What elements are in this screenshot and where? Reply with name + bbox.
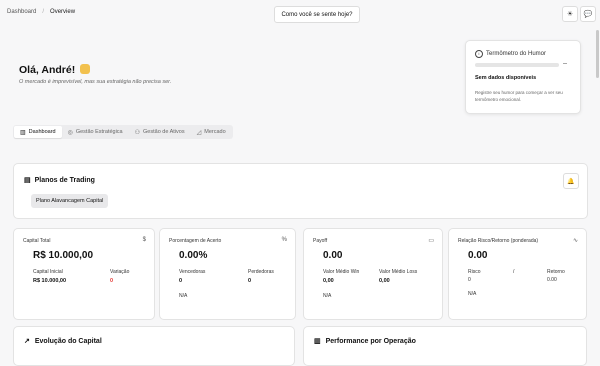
tab-label: Dashboard <box>28 129 56 135</box>
scrollbar[interactable] <box>596 30 599 78</box>
tab-strategic-management[interactable]: ◎ Gestão Estratégica <box>62 126 129 138</box>
avg-loss-value: 0,00 <box>379 278 390 284</box>
breadcrumb-root[interactable]: Dashboard <box>7 9 36 15</box>
greeting-title: Olá, André! <box>19 64 91 76</box>
metric-label: Payoff <box>313 238 328 244</box>
target-icon: ◎ <box>67 129 73 136</box>
breadcrumb-current: Overview <box>50 9 76 15</box>
trading-plans-header: ▤ Planos de Trading <box>24 176 95 185</box>
wallet-icon: ▭ <box>428 238 434 244</box>
risk-return-separator: / <box>513 269 515 275</box>
risk-label: Risco <box>468 269 481 275</box>
plan-chip[interactable]: Plano Alavancagem Capital <box>31 194 109 208</box>
mood-card-title-text: Termômetro do Humor <box>486 51 547 57</box>
capital-total-value: R$ 10.000,00 <box>33 250 94 261</box>
wins-label: Vencedoras <box>179 269 206 275</box>
info-icon: i <box>475 50 483 58</box>
trading-plans-card: ▤ Planos de Trading 🔔 Plano Alavancagem C… <box>13 163 588 219</box>
losses-label: Perdedoras <box>248 269 274 275</box>
capital-evolution-header: ↗ Evolução do Capital <box>24 337 102 346</box>
main-tabs: ▥ Dashboard ◎ Gestão Estratégica ⚇ Gestão d… <box>13 125 233 139</box>
risk-value: 0 <box>468 277 471 283</box>
payoff-card: Payoff ▭ 0.00 Valor Médio Win 0,00 Valor… <box>303 228 443 320</box>
trend-icon: ↗ <box>24 338 30 345</box>
mood-value: -- <box>563 61 567 67</box>
capital-total-card: Capital Total $ R$ 10.000,00 Capital Ini… <box>13 228 155 320</box>
metric-label: Capital Total <box>23 238 51 244</box>
tab-label: Gestão de Ativos <box>143 129 185 135</box>
mood-card-title: i Termômetro do Humor <box>475 50 546 58</box>
accuracy-note: N/A <box>179 293 188 299</box>
return-value: 0.00 <box>547 277 557 283</box>
wave-hand-icon <box>80 64 91 74</box>
performance-title: Performance por Operação <box>325 337 416 345</box>
tab-dashboard[interactable]: ▥ Dashboard <box>14 126 62 138</box>
metric-label: Relação Risco/Retorno (ponderada) <box>458 238 539 244</box>
capital-evolution-title: Evolução do Capital <box>34 337 102 345</box>
map-icon: ▤ <box>24 177 31 184</box>
bar-chart-icon: ▥ <box>20 129 26 136</box>
avg-win-label: Valor Médio Win <box>323 269 360 275</box>
greeting-text: Olá, André! <box>19 64 76 76</box>
dollar-icon: $ <box>142 237 146 243</box>
metric-label: Porcentagem de Acerto <box>169 238 222 244</box>
payoff-value: 0.00 <box>323 250 343 261</box>
mood-thermometer-card: i Termômetro do Humor -- Sem dados dispo… <box>465 40 581 114</box>
top-bar: Dashboard / Overview Como você se sente … <box>0 0 600 28</box>
tab-label: Mercado <box>204 129 226 135</box>
return-label: Retorno <box>547 269 565 275</box>
initial-capital-label: Capital Inicial <box>33 269 63 275</box>
avg-win-value: 0,00 <box>323 278 334 284</box>
losses-value: 0 <box>248 278 252 284</box>
accuracy-value: 0.00% <box>179 250 208 261</box>
risk-return-note: N/A <box>468 291 477 297</box>
risk-return-card: Relação Risco/Retorno (ponderada) ∿ 0.00… <box>448 228 587 320</box>
mood-progress-bar <box>475 63 559 67</box>
initial-capital-value: R$ 10.000,00 <box>33 278 67 284</box>
bar-chart-icon: ▥ <box>314 338 321 345</box>
breadcrumb-separator: / <box>42 9 45 15</box>
chat-icon[interactable]: 💬 <box>580 6 596 22</box>
avg-loss-label: Valor Médio Loss <box>379 269 418 275</box>
variation-value: 0 <box>110 278 114 284</box>
bell-icon[interactable]: 🔔 <box>563 173 579 189</box>
tab-label: Gestão Estratégica <box>75 129 123 135</box>
mood-checkin-button[interactable]: Como você se sente hoje? <box>274 6 360 23</box>
greeting-subtitle: O mercado é imprevisível, mas sua estrat… <box>19 79 172 85</box>
performance-card: ▥ Performance por Operação <box>303 326 587 366</box>
percent-icon: % <box>281 237 287 243</box>
mood-status: Sem dados disponíveis <box>475 75 537 81</box>
mood-hint: Registre seu humor para começar a ver se… <box>475 90 563 102</box>
trading-plans-title: Planos de Trading <box>34 176 95 184</box>
breadcrumb: Dashboard / Overview <box>7 9 75 15</box>
payoff-note: N/A <box>323 293 332 299</box>
coins-icon: ⚇ <box>134 129 141 136</box>
wins-value: 0 <box>179 278 183 284</box>
chart-icon: ◿ <box>196 129 202 136</box>
tab-market[interactable]: ◿ Mercado <box>191 126 232 138</box>
risk-return-value: 0.00 <box>468 250 488 261</box>
capital-evolution-card: ↗ Evolução do Capital <box>13 326 295 366</box>
accuracy-card: Porcentagem de Acerto % 0.00% Vencedoras… <box>159 228 296 320</box>
tab-asset-management[interactable]: ⚇ Gestão de Ativos <box>129 126 191 138</box>
variation-label: Variação <box>110 269 130 275</box>
sun-icon[interactable]: ☀ <box>562 6 578 22</box>
performance-header: ▥ Performance por Operação <box>314 337 416 346</box>
activity-icon: ∿ <box>572 238 578 244</box>
